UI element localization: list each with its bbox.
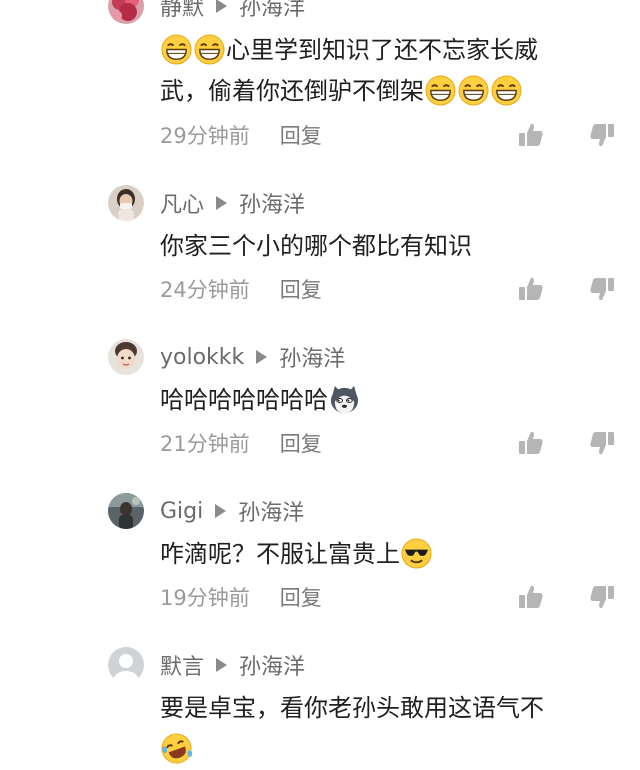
husky-dog-emoji-icon — [330, 385, 359, 413]
comment-meta: 19分钟前 回复 — [160, 582, 322, 612]
comment-text-line: 哈哈哈哈哈哈哈 — [160, 380, 600, 421]
username[interactable]: yolokkk — [160, 345, 244, 370]
grinning-emoji-icon — [194, 33, 225, 65]
avatar[interactable] — [108, 0, 144, 24]
comment-text-line: 要是卓宝，看你老孙头敢用这语气不 — [160, 694, 544, 722]
reply-to-username[interactable]: 孙海洋 — [279, 341, 345, 373]
sunglasses-emoji-icon — [401, 537, 432, 569]
comment-header: yolokkk 孙海洋 — [160, 339, 345, 375]
comment-text-line: 心里学到知识了还不忘家长威 — [160, 30, 600, 71]
comment-text: 你家三个小的哪个都比有知识 — [160, 226, 600, 267]
comment-time: 24分钟前 — [160, 278, 250, 302]
reply-to-username[interactable]: 孙海洋 — [238, 495, 304, 527]
thumbs-down-icon[interactable] — [589, 430, 615, 456]
comment-header: Gigi 孙海洋 — [160, 493, 304, 529]
comment-text-line: 武，偷着你还倒驴不倒架 — [160, 71, 600, 112]
thumbs-up-icon[interactable] — [518, 584, 544, 610]
avatar[interactable] — [108, 185, 144, 221]
dark-photo-avatar-icon — [108, 493, 144, 529]
grinning-emoji-icon — [491, 74, 522, 106]
flower-avatar-icon — [108, 0, 144, 24]
reply-to-username[interactable]: 孙海洋 — [239, 187, 305, 219]
grinning-emoji-icon — [425, 74, 456, 106]
thumbs-up-icon[interactable] — [518, 430, 544, 456]
comment-meta: 24分钟前 回复 — [160, 274, 322, 304]
comment-text-segment: 咋滴呢？不服让富贵上 — [160, 540, 400, 568]
comment-text-line: 你家三个小的哪个都比有知识 — [160, 232, 472, 260]
reply-button[interactable]: 回复 — [280, 274, 322, 304]
comment-header: 静默 孙海洋 — [160, 0, 305, 24]
avatar[interactable] — [108, 339, 144, 375]
comment-text-segment: 武，偷着你还倒驴不倒架 — [160, 77, 424, 105]
thumbs-down-icon[interactable] — [589, 584, 615, 610]
comment-text: 咋滴呢？不服让富贵上 — [160, 534, 600, 575]
username[interactable]: 静默 — [160, 0, 204, 22]
comment-time: 19分钟前 — [160, 586, 250, 610]
comment-time: 29分钟前 — [160, 124, 250, 148]
reply-arrow-icon — [256, 350, 268, 364]
laughing-tears-emoji-icon — [161, 732, 192, 764]
person-photo-avatar-icon — [108, 185, 144, 221]
reply-button[interactable]: 回复 — [280, 120, 322, 150]
comment-text-segment: 心里学到知识了还不忘家长威 — [226, 36, 538, 64]
reply-arrow-icon — [216, 658, 228, 672]
reply-button[interactable]: 回复 — [280, 428, 322, 458]
username[interactable]: 默言 — [160, 649, 204, 681]
comment-text: 哈哈哈哈哈哈哈 — [160, 380, 600, 421]
avatar[interactable] — [108, 493, 144, 529]
reply-arrow-icon — [215, 504, 227, 518]
comment-text: 心里学到知识了还不忘家长威 武，偷着你还倒驴不倒架 — [160, 30, 600, 112]
username[interactable]: Gigi — [160, 499, 203, 524]
comment-text: 要是卓宝，看你老孙头敢用这语气不 — [160, 688, 600, 770]
grinning-emoji-icon — [458, 74, 489, 106]
grinning-emoji-icon — [161, 33, 192, 65]
username[interactable]: 凡心 — [160, 187, 204, 219]
comment-text-line — [160, 729, 600, 770]
reply-to-username[interactable]: 孙海洋 — [239, 0, 305, 22]
comment-time: 21分钟前 — [160, 432, 250, 456]
reply-arrow-icon — [216, 0, 228, 13]
comment-text-line: 咋滴呢？不服让富贵上 — [160, 534, 600, 575]
thumbs-up-icon[interactable] — [518, 122, 544, 148]
reply-arrow-icon — [216, 196, 228, 210]
comment-meta: 29分钟前 回复 — [160, 120, 322, 150]
reply-button[interactable]: 回复 — [280, 582, 322, 612]
thumbs-down-icon[interactable] — [589, 122, 615, 148]
comment-text-segment: 哈哈哈哈哈哈哈 — [160, 386, 328, 414]
default-person-avatar-icon — [108, 647, 144, 683]
avatar[interactable] — [108, 647, 144, 683]
reply-to-username[interactable]: 孙海洋 — [239, 649, 305, 681]
thumbs-down-icon[interactable] — [589, 276, 615, 302]
comment-meta: 21分钟前 回复 — [160, 428, 322, 458]
comment-header: 凡心 孙海洋 — [160, 185, 305, 221]
comment-header: 默言 孙海洋 — [160, 647, 305, 683]
child-photo-avatar-icon — [108, 339, 144, 375]
thumbs-up-icon[interactable] — [518, 276, 544, 302]
